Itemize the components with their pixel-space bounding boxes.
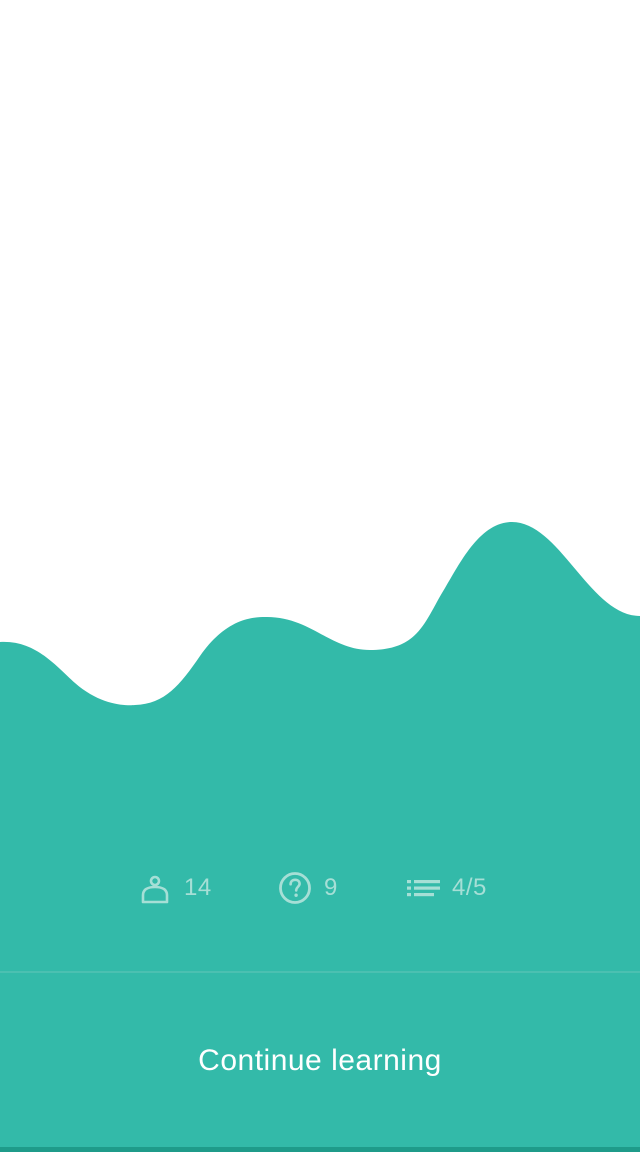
continue-learning-label: Continue learning [198,1043,442,1077]
stat-learners: 14 [138,860,212,916]
course-screen: 14 9 4/5 Continue learning [0,0,640,1152]
bottom-edge-bar [0,1147,640,1152]
stat-learners-value: 14 [184,874,212,901]
question-circle-icon [279,872,311,904]
stat-questions: 9 [278,860,338,916]
stat-progress-value: 4/5 [452,874,487,901]
continue-learning-button[interactable]: Continue learning [0,973,640,1148]
course-stats: 14 9 4/5 [0,860,640,916]
stat-questions-value: 9 [324,874,338,901]
list-icon [407,880,440,897]
person-icon [141,875,169,904]
stat-progress: 4/5 [406,860,487,916]
